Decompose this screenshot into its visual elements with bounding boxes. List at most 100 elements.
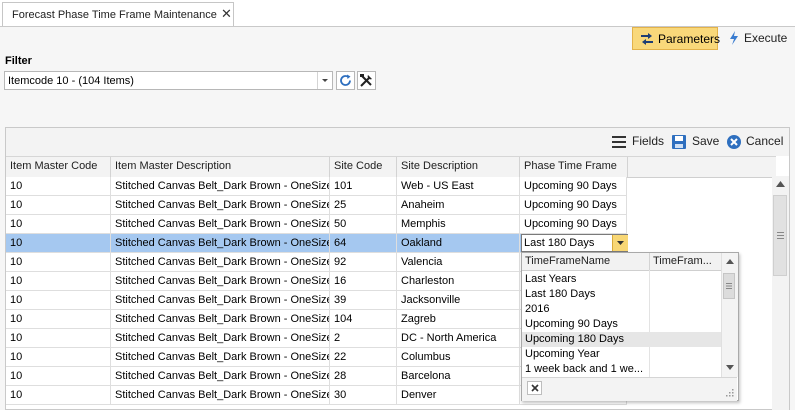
cell-phase-time-frame[interactable]: Upcoming 90 Days — [520, 215, 627, 234]
save-icon — [671, 134, 687, 153]
cell-site-code[interactable]: 104 — [330, 310, 397, 329]
cell-item-master-description[interactable]: Stitched Canvas Belt_Dark Brown - OneSiz… — [111, 196, 330, 215]
clear-button[interactable] — [527, 381, 542, 395]
column-header[interactable]: Phase Time Frame — [520, 157, 628, 177]
dropdown-item[interactable]: 1 week back and 1 we... — [522, 362, 721, 377]
cell-item-master-code[interactable]: 10 — [6, 291, 111, 310]
cell-item-master-code[interactable]: 10 — [6, 386, 111, 405]
cell-site-code[interactable]: 25 — [330, 196, 397, 215]
cell-item-master-description[interactable]: Stitched Canvas Belt_Dark Brown - OneSiz… — [111, 253, 330, 272]
grid-scroll-thumb[interactable] — [773, 195, 787, 276]
cell-item-master-code[interactable]: 10 — [6, 196, 111, 215]
cell-item-master-code[interactable]: 10 — [6, 234, 111, 253]
cell-item-master-description[interactable]: Stitched Canvas Belt_Dark Brown - OneSiz… — [111, 348, 330, 367]
cell-site-description[interactable]: Web - US East — [397, 177, 520, 196]
editor-value: Last 180 Days — [524, 237, 595, 249]
cell-site-description[interactable]: Memphis — [397, 215, 520, 234]
cell-site-description[interactable]: Oakland — [397, 234, 520, 253]
execute-label: Execute — [744, 31, 788, 45]
column-header[interactable]: Site Description — [397, 157, 520, 177]
dropdown-item[interactable]: Upcoming 90 Days — [522, 317, 721, 332]
tab-title: Forecast Phase Time Frame Maintenance — [12, 9, 217, 21]
cell-site-description[interactable]: Denver — [397, 386, 520, 405]
cell-item-master-description[interactable]: Stitched Canvas Belt_Dark Brown - OneSiz… — [111, 272, 330, 291]
cell-item-master-code[interactable]: 10 — [6, 253, 111, 272]
column-header[interactable]: Item Master Description — [111, 157, 330, 177]
cell-site-description[interactable]: Zagreb — [397, 310, 520, 329]
cell-item-master-description[interactable]: Stitched Canvas Belt_Dark Brown - OneSiz… — [111, 329, 330, 348]
refresh-button[interactable] — [336, 71, 355, 90]
tab-forecast-phase[interactable]: Forecast Phase Time Frame Maintenance ✕ — [2, 2, 234, 26]
cell-site-code[interactable]: 28 — [330, 367, 397, 386]
cell-item-master-code[interactable]: 10 — [6, 329, 111, 348]
refresh-icon — [338, 73, 353, 91]
cell-site-description[interactable]: Anaheim — [397, 196, 520, 215]
cell-site-description[interactable]: Valencia — [397, 253, 520, 272]
dropdown-item[interactable]: 2016 — [522, 302, 721, 317]
cell-site-description[interactable]: Jacksonville — [397, 291, 520, 310]
filter-value: Itemcode 10 - (104 Items) — [8, 75, 134, 87]
tools-button[interactable] — [357, 71, 376, 90]
fields-button[interactable]: Fields — [611, 133, 665, 151]
cell-item-master-description[interactable]: Stitched Canvas Belt_Dark Brown - OneSiz… — [111, 177, 330, 196]
cell-item-master-description[interactable]: Stitched Canvas Belt_Dark Brown - OneSiz… — [111, 386, 330, 405]
cell-site-code[interactable]: 16 — [330, 272, 397, 291]
cell-item-master-code[interactable]: 10 — [6, 348, 111, 367]
cell-item-master-code[interactable]: 10 — [6, 177, 111, 196]
cancel-button[interactable]: Cancel — [726, 133, 786, 151]
table-row[interactable]: 10 Stitched Canvas Belt_Dark Brown - OneS… — [6, 215, 627, 234]
cell-site-code[interactable]: 22 — [330, 348, 397, 367]
save-label: Save — [692, 134, 720, 148]
cell-site-description[interactable]: Charleston — [397, 272, 520, 291]
dropdown-item-label: Last 180 Days — [525, 288, 596, 300]
grid-header: Item Master Code Item Master Description… — [6, 156, 776, 178]
cell-item-master-code[interactable]: 10 — [6, 272, 111, 291]
cell-phase-time-frame[interactable]: Upcoming 90 Days — [520, 177, 627, 196]
cell-site-code[interactable]: 64 — [330, 234, 397, 253]
dropdown-header: TimeFrameName TimeFram... — [522, 253, 721, 271]
cell-site-code[interactable]: 101 — [330, 177, 397, 196]
dropdown-scrollbar[interactable] — [721, 253, 738, 377]
tools-icon — [359, 73, 374, 91]
dropdown-column-header[interactable]: TimeFrameName — [522, 253, 650, 270]
cell-site-description[interactable]: Barcelona — [397, 367, 520, 386]
filter-combobox[interactable]: Itemcode 10 - (104 Items) — [4, 71, 333, 90]
table-row[interactable]: 10 Stitched Canvas Belt_Dark Brown - OneS… — [6, 196, 627, 215]
fields-label: Fields — [632, 134, 665, 148]
cell-item-master-code[interactable]: 10 — [6, 310, 111, 329]
cell-site-code[interactable]: 2 — [330, 329, 397, 348]
cell-site-code[interactable]: 30 — [330, 386, 397, 405]
phase-time-frame-editor[interactable]: Last 180 Days — [521, 234, 628, 252]
cell-item-master-description[interactable]: Stitched Canvas Belt_Dark Brown - OneSiz… — [111, 367, 330, 386]
cell-site-code[interactable]: 50 — [330, 215, 397, 234]
table-row[interactable]: 10 Stitched Canvas Belt_Dark Brown - OneS… — [6, 177, 627, 196]
close-icon[interactable]: ✕ — [221, 7, 232, 21]
cell-item-master-description[interactable]: Stitched Canvas Belt_Dark Brown - OneSiz… — [111, 291, 330, 310]
cell-site-description[interactable]: Columbus — [397, 348, 520, 367]
cell-item-master-code[interactable]: 10 — [6, 367, 111, 386]
column-header[interactable]: Site Code — [330, 157, 397, 177]
cell-site-code[interactable]: 39 — [330, 291, 397, 310]
cell-item-master-description[interactable]: Stitched Canvas Belt_Dark Brown - OneSiz… — [111, 234, 330, 253]
dropdown-scroll-thumb[interactable] — [723, 273, 735, 299]
filter-label: Filter — [5, 55, 32, 67]
dropdown-item-label: Last Years — [525, 273, 577, 285]
dropdown-item[interactable]: Upcoming Year — [522, 347, 721, 362]
cell-site-description[interactable]: DC - North America — [397, 329, 520, 348]
parameters-button[interactable]: Parameters — [632, 27, 720, 50]
cell-item-master-description[interactable]: Stitched Canvas Belt_Dark Brown - OneSiz… — [111, 215, 330, 234]
dropdown-item[interactable]: Upcoming 180 Days — [522, 332, 721, 347]
dropdown-item[interactable]: Last Years — [522, 272, 721, 287]
dropdown-column-header[interactable]: TimeFram... — [650, 253, 721, 270]
execute-button[interactable]: Execute — [724, 27, 790, 50]
cell-site-code[interactable]: 92 — [330, 253, 397, 272]
cell-phase-time-frame[interactable]: Upcoming 90 Days — [520, 196, 627, 215]
dropdown-item[interactable]: Last 180 Days — [522, 287, 721, 302]
chevron-down-icon[interactable] — [612, 235, 628, 251]
column-header[interactable]: Item Master Code — [6, 157, 111, 177]
save-button[interactable]: Save — [671, 133, 719, 151]
resize-grip-icon[interactable] — [725, 388, 734, 397]
cell-item-master-description[interactable]: Stitched Canvas Belt_Dark Brown - OneSiz… — [111, 310, 330, 329]
chevron-down-icon[interactable] — [317, 72, 332, 89]
cell-item-master-code[interactable]: 10 — [6, 215, 111, 234]
